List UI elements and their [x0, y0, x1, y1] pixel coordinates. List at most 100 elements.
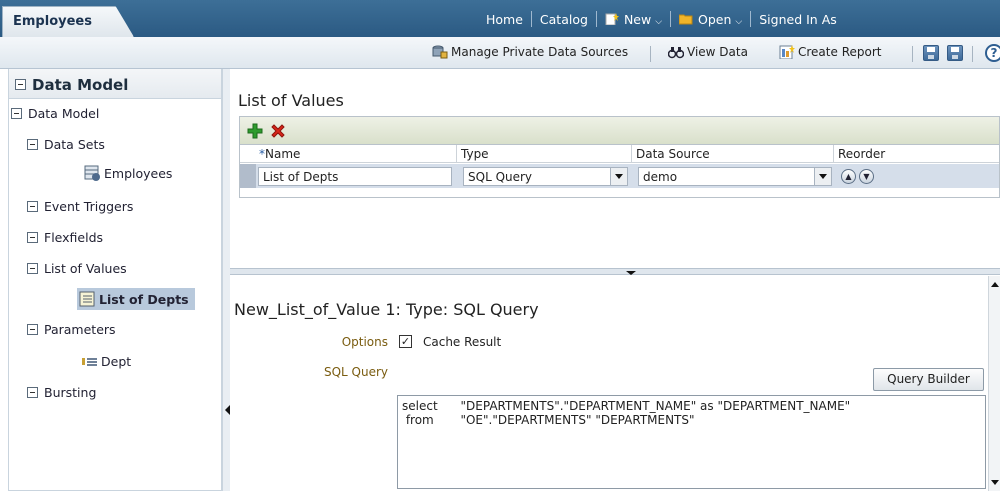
tree-item-label: Bursting	[44, 385, 97, 400]
tree-item-label: Employees	[104, 165, 173, 181]
home-link[interactable]: Home	[486, 12, 523, 27]
parameter-icon	[82, 358, 97, 366]
delete-icon[interactable]	[270, 123, 286, 139]
data-source-select[interactable]: demo	[638, 167, 832, 186]
divider	[595, 11, 597, 27]
tree-item-list-of-depts[interactable]: List of Depts	[77, 288, 195, 310]
main-content: List of Values *Name Type Data Source Re…	[230, 69, 1000, 491]
database-icon	[432, 45, 448, 59]
collapse-icon[interactable]	[27, 324, 38, 335]
catalog-link[interactable]: Catalog	[540, 12, 588, 27]
divider	[670, 11, 672, 27]
page-title: List of Values	[238, 91, 344, 110]
panel-header: Data Model	[9, 69, 221, 99]
divider	[530, 11, 532, 27]
tree-item-dept[interactable]: Dept	[81, 353, 131, 369]
tree-item-event-triggers[interactable]: Event Triggers	[27, 199, 133, 214]
divider	[750, 11, 752, 27]
save-as-icon[interactable]	[947, 45, 963, 61]
create-report-label: Create Report	[798, 45, 882, 59]
collapse-icon[interactable]	[15, 79, 26, 90]
tree-item-flexfields[interactable]: Flexfields	[27, 230, 103, 245]
dropdown-arrow-icon[interactable]	[610, 168, 627, 185]
create-report-icon	[779, 45, 795, 59]
name-input[interactable]: List of Depts	[258, 167, 452, 186]
list-icon	[79, 291, 95, 307]
open-label: Open	[698, 11, 732, 27]
dropdown-arrow-icon[interactable]	[814, 168, 831, 185]
tree-item-label: List of Values	[44, 261, 127, 276]
binoculars-icon	[668, 47, 684, 59]
collapse-icon[interactable]	[27, 232, 38, 243]
grid-toolbar	[240, 117, 999, 145]
data-model-panel: Data Model Data Model Data Sets Employee…	[8, 69, 222, 491]
open-menu[interactable]: Open ⌵	[679, 12, 742, 27]
create-report-button[interactable]: Create Report	[779, 45, 881, 59]
folder-icon	[679, 14, 693, 24]
collapse-down-icon[interactable]	[626, 271, 636, 275]
divider	[912, 46, 913, 62]
help-icon[interactable]: ?	[985, 44, 1000, 62]
chevron-down-icon: ⌵	[655, 16, 663, 27]
sql-query-label: SQL Query	[323, 365, 388, 379]
tab-employees[interactable]: Employees	[2, 6, 134, 37]
divider	[833, 145, 834, 163]
tree-item-data-sets[interactable]: Data Sets	[27, 137, 105, 152]
floppy-icon	[927, 47, 935, 59]
scroll-down-icon[interactable]	[991, 480, 999, 485]
tree-item-bursting[interactable]: Bursting	[27, 385, 96, 400]
collapse-icon[interactable]	[27, 139, 38, 150]
manage-private-data-sources-button[interactable]: Manage Private Data Sources	[432, 45, 628, 59]
tree-item-label: Parameters	[44, 322, 116, 337]
collapse-icon[interactable]	[27, 263, 38, 274]
save-icon[interactable]	[923, 45, 939, 61]
tree-item-parameters[interactable]: Parameters	[27, 322, 116, 337]
add-icon[interactable]	[247, 123, 263, 139]
sql-query-textarea[interactable]: select "DEPARTMENTS"."DEPARTMENT_NAME" a…	[397, 395, 986, 489]
type-select[interactable]: SQL Query	[463, 167, 628, 186]
collapse-icon[interactable]	[27, 387, 38, 398]
tree-item-label: Data Sets	[44, 137, 105, 152]
new-document-icon	[605, 12, 619, 25]
column-header-data-source[interactable]: Data Source	[636, 147, 710, 161]
column-header-type[interactable]: Type	[461, 147, 489, 161]
horizontal-splitter[interactable]	[230, 268, 1000, 275]
table-row[interactable]: List of Depts SQL Query demo ▲ ▼	[240, 164, 999, 188]
data-source-value: demo	[643, 170, 678, 184]
tree-item-label: Flexfields	[44, 230, 104, 245]
signed-in-label: Signed In As	[759, 11, 837, 27]
tree-item-label: Data Model	[28, 106, 100, 121]
collapse-icon[interactable]	[27, 201, 38, 212]
column-header-name[interactable]: *Name	[259, 147, 300, 161]
scroll-up-icon[interactable]	[991, 282, 999, 287]
divider	[631, 145, 632, 163]
vertical-scrollbar[interactable]	[988, 276, 1000, 491]
detail-title: New_List_of_Value 1: Type: SQL Query	[234, 300, 539, 319]
options-label: Options	[341, 335, 388, 349]
divider	[650, 46, 651, 62]
grid-header: *Name Type Data Source Reorder	[240, 145, 999, 163]
tree-item-employees[interactable]: Employees	[84, 165, 172, 181]
collapse-icon[interactable]	[11, 108, 22, 119]
cache-result-checkbox[interactable]: ✓	[399, 335, 412, 348]
global-links: Home Catalog New ⌵ Open ⌵ Signed In As	[486, 11, 837, 27]
query-builder-button[interactable]: Query Builder	[873, 368, 984, 391]
row-selector[interactable]	[240, 164, 256, 188]
view-data-button[interactable]: View Data	[668, 45, 748, 59]
tree-item-label: List of Depts	[99, 291, 189, 307]
tree-item-list-of-values[interactable]: List of Values	[27, 261, 127, 276]
chevron-down-icon: ⌵	[735, 16, 743, 27]
divider	[456, 145, 457, 163]
move-down-icon[interactable]: ▼	[859, 169, 874, 184]
floppy-pencil-icon	[951, 47, 959, 59]
vertical-splitter[interactable]	[222, 69, 230, 491]
tree-item-data-model[interactable]: Data Model	[11, 106, 99, 121]
dataset-icon	[84, 165, 100, 181]
toolbar: Manage Private Data Sources View Data Cr…	[0, 37, 1000, 69]
divider	[972, 46, 973, 62]
move-up-icon[interactable]: ▲	[841, 169, 856, 184]
new-menu[interactable]: New ⌵	[605, 12, 662, 27]
tree-item-label: Dept	[101, 353, 132, 369]
column-label: Name	[265, 147, 301, 161]
column-header-reorder[interactable]: Reorder	[838, 147, 885, 161]
